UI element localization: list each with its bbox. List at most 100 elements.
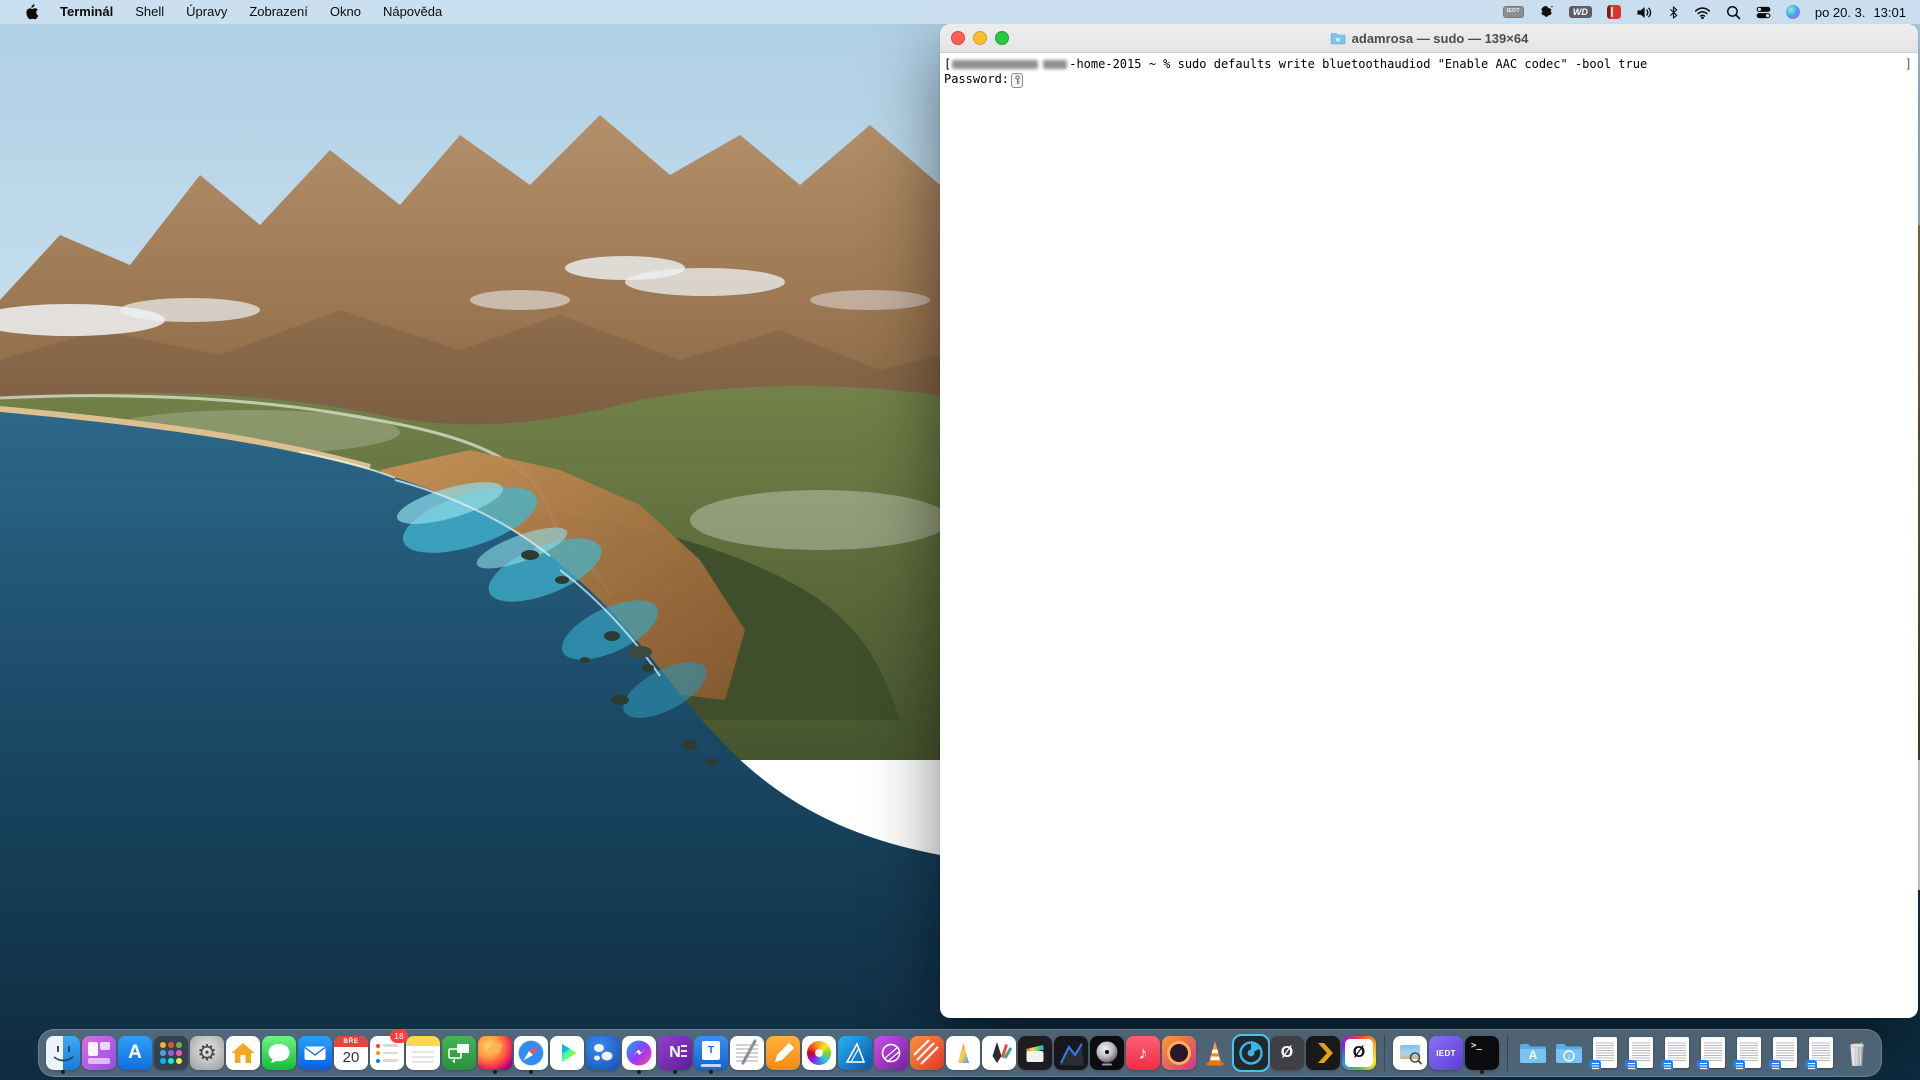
dock-o-slash-light-app[interactable]: Ø — [1342, 1033, 1376, 1073]
dock-lens-app[interactable] — [1162, 1033, 1196, 1073]
dock-textedit[interactable] — [730, 1033, 764, 1073]
menu-zobrazeni[interactable]: Zobrazení — [238, 0, 319, 24]
volume-icon[interactable] — [1636, 0, 1653, 24]
app-store-icon: A — [118, 1036, 152, 1070]
password-prompt: Password: — [944, 72, 1009, 86]
dock-gauge-app[interactable] — [1234, 1033, 1268, 1073]
dock-notes[interactable] — [406, 1033, 440, 1073]
terminal-window[interactable]: adamrosa — sudo — 139×64 [-home-2015 ~ %… — [940, 24, 1918, 1018]
trash-icon — [1840, 1036, 1874, 1070]
dock-downloads-folder[interactable]: ↓ — [1552, 1033, 1586, 1073]
apple-menu-icon[interactable] — [14, 3, 49, 21]
applications-folder-icon: A — [1516, 1036, 1550, 1070]
dock-affinity-designer[interactable] — [838, 1033, 872, 1073]
dock-plex[interactable] — [1306, 1033, 1340, 1073]
photos-flower-icon — [802, 1036, 836, 1070]
dock-text-editor-app[interactable]: T — [694, 1033, 728, 1073]
dock-document[interactable] — [1624, 1033, 1658, 1073]
terminal-content[interactable]: [-home-2015 ~ % sudo defaults write blue… — [940, 53, 1918, 88]
menu-okno[interactable]: Okno — [319, 0, 372, 24]
wd-menubar-icon[interactable]: WD — [1569, 0, 1592, 24]
terminal-command-text: -home-2015 ~ % sudo defaults write bluet… — [1069, 57, 1647, 71]
dock-pages[interactable] — [766, 1033, 800, 1073]
dock-trash[interactable] — [1840, 1033, 1874, 1073]
dock-document[interactable] — [1588, 1033, 1622, 1073]
dock-mail[interactable] — [298, 1033, 332, 1073]
dock-applications-folder[interactable]: A — [1516, 1033, 1550, 1073]
dock-disc-utility-app[interactable] — [1090, 1033, 1124, 1073]
menu-upravy[interactable]: Úpravy — [175, 0, 238, 24]
dock-safari[interactable] — [514, 1033, 548, 1073]
control-center-icon[interactable] — [1756, 0, 1771, 24]
dock-pen-tool-app[interactable] — [982, 1033, 1016, 1073]
dock-vlc[interactable] — [1198, 1033, 1232, 1073]
document-stack-icon — [1624, 1036, 1658, 1070]
dock-photos[interactable] — [802, 1033, 836, 1073]
dock-globe-browser-app[interactable] — [586, 1033, 620, 1073]
dock-system-preferences[interactable]: ⚙ — [190, 1033, 224, 1073]
dock-messages[interactable] — [262, 1033, 296, 1073]
dock-iedt-app[interactable]: IEDT — [1429, 1033, 1463, 1073]
zoom-button[interactable] — [995, 31, 1009, 45]
window-tiles-icon — [82, 1036, 116, 1070]
minimize-button[interactable] — [973, 31, 987, 45]
affinity-photo-icon — [874, 1036, 908, 1070]
dock-dark-angular-app[interactable] — [1054, 1033, 1088, 1073]
dock-preview[interactable] — [1393, 1033, 1427, 1073]
dock-remote-desktop-app[interactable] — [442, 1033, 476, 1073]
dock-onenote[interactable]: N — [658, 1033, 692, 1073]
vlc-cone-icon — [1198, 1036, 1232, 1070]
dock-play-app[interactable] — [550, 1033, 584, 1073]
wifi-icon[interactable] — [1694, 0, 1711, 24]
dock-document[interactable] — [1732, 1033, 1766, 1073]
siri-icon[interactable] — [1786, 0, 1800, 24]
o-slash-dark-icon: Ø — [1270, 1036, 1304, 1070]
menu-app-name[interactable]: Terminál — [49, 0, 124, 24]
dock-pixelmator[interactable] — [946, 1033, 980, 1073]
dock-o-slash-dark-app[interactable]: Ø — [1270, 1033, 1304, 1073]
clock-date: po 20. 3. — [1815, 5, 1866, 20]
launchpad-icon — [154, 1036, 188, 1070]
red-app-menubar-icon[interactable] — [1607, 0, 1621, 24]
dock-messenger[interactable] — [622, 1033, 656, 1073]
downloads-folder-icon: ↓ — [1552, 1036, 1586, 1070]
bluetooth-icon[interactable] — [1668, 0, 1679, 24]
music-note-icon: ♪ — [1126, 1036, 1160, 1070]
remote-windows-icon — [442, 1036, 476, 1070]
home-icon — [226, 1036, 260, 1070]
spotlight-icon[interactable] — [1726, 0, 1741, 24]
pen-nib-icon — [982, 1036, 1016, 1070]
dock-home[interactable] — [226, 1033, 260, 1073]
dock-affinity-photo[interactable] — [874, 1033, 908, 1073]
dock-final-cut-pro[interactable] — [1018, 1033, 1052, 1073]
menubar-clock[interactable]: po 20. 3. 13:01 — [1815, 5, 1906, 20]
menu-bar-status: IEDT WD po 20. 3. 13:01 — [1503, 0, 1920, 24]
dock-affinity-publisher[interactable] — [910, 1033, 944, 1073]
terminal-prompt-icon: >_ — [1465, 1036, 1499, 1070]
dock-launchpad[interactable] — [154, 1033, 188, 1073]
dock-document[interactable] — [1696, 1033, 1730, 1073]
apple-logo-icon — [24, 3, 39, 21]
dock-app-store[interactable]: A — [118, 1033, 152, 1073]
dock-separator — [1507, 1035, 1508, 1071]
dock-document[interactable] — [1660, 1033, 1694, 1073]
document-stack-icon — [1588, 1036, 1622, 1070]
dock-document[interactable] — [1768, 1033, 1802, 1073]
dock-firefox[interactable] — [478, 1033, 512, 1073]
dock-window-tiles-app[interactable] — [82, 1033, 116, 1073]
finder-icon — [46, 1036, 80, 1070]
password-key-cursor — [1011, 73, 1023, 88]
dock-calendar[interactable]: BŘE 20 — [334, 1033, 368, 1073]
onenote-icon: N — [658, 1036, 692, 1070]
menu-napoveda[interactable]: Nápověda — [372, 0, 453, 24]
close-button[interactable] — [951, 31, 965, 45]
dock-document[interactable] — [1804, 1033, 1838, 1073]
splashtop-icon[interactable] — [1539, 0, 1554, 24]
dock-reminders[interactable]: 18 — [370, 1033, 404, 1073]
menu-shell[interactable]: Shell — [124, 0, 175, 24]
terminal-titlebar[interactable]: adamrosa — sudo — 139×64 — [940, 24, 1918, 53]
dock-terminal[interactable]: >_ — [1465, 1033, 1499, 1073]
dock-music[interactable]: ♪ — [1126, 1033, 1160, 1073]
dock-finder[interactable] — [46, 1033, 80, 1073]
iedt-menubar-icon[interactable]: IEDT — [1503, 0, 1524, 24]
